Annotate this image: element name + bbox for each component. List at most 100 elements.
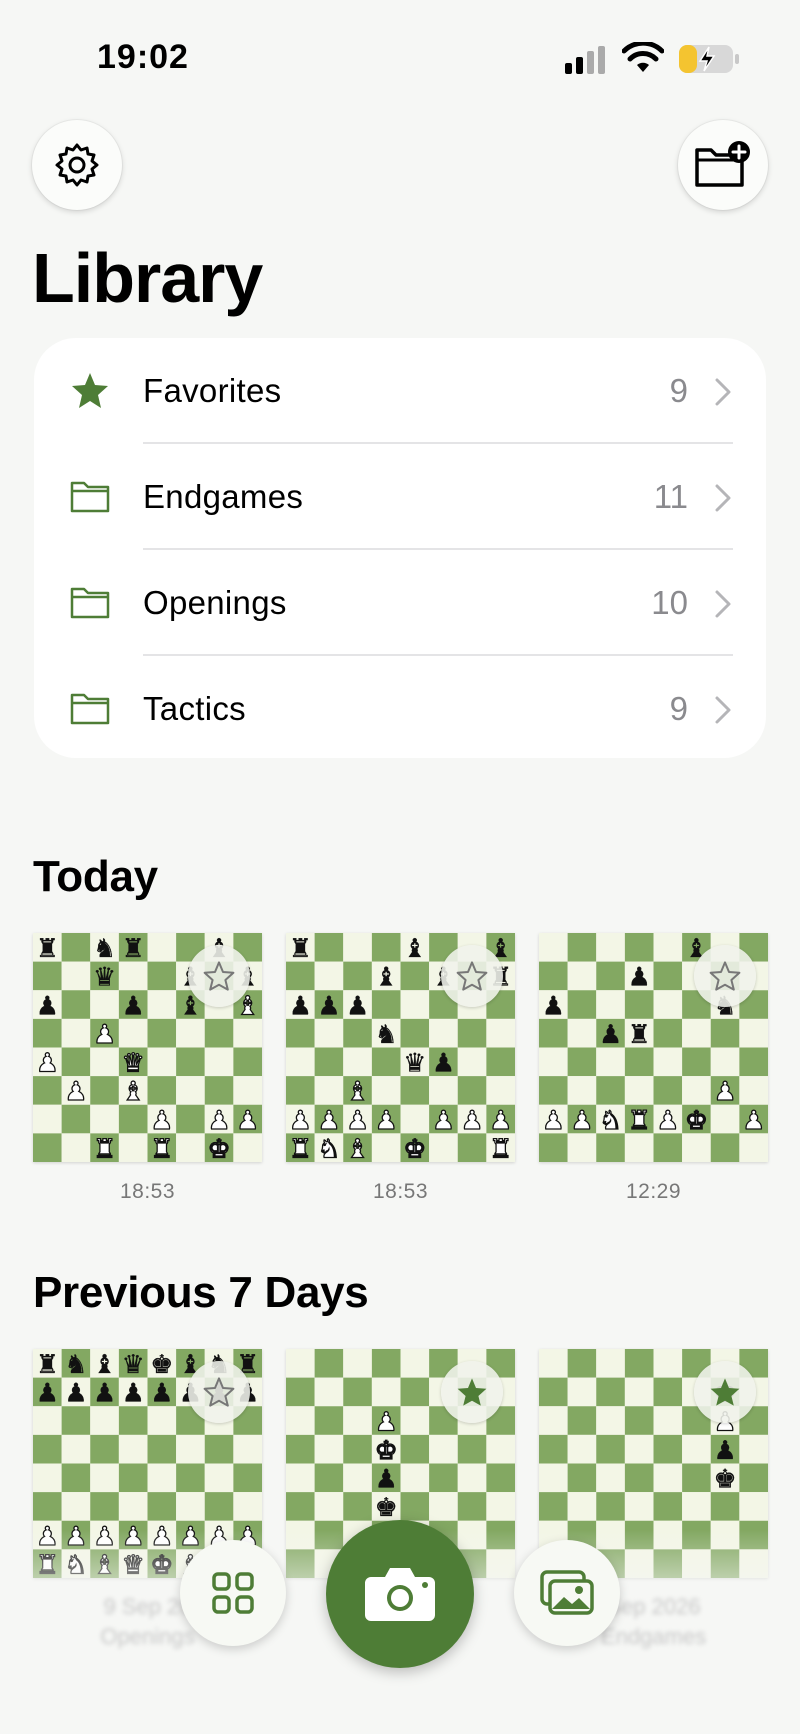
board-square	[710, 1018, 740, 1048]
black-bishop-icon: ♝	[375, 963, 398, 993]
board-square	[118, 1018, 148, 1048]
board-square	[596, 990, 625, 1019]
black-pawn-icon: ♟	[289, 991, 312, 1021]
grid-view-button[interactable]	[180, 1540, 286, 1646]
favorite-toggle[interactable]	[441, 945, 503, 1007]
board-square	[739, 1133, 768, 1162]
board-square	[314, 1047, 344, 1077]
white-rook-icon: ♜	[628, 1106, 651, 1136]
position-thumbnail[interactable]: ♝♟♟♞♟♜♟♟♟♞♜♟♚♟	[539, 933, 768, 1162]
board-square	[457, 1076, 487, 1105]
board-square	[61, 1104, 91, 1134]
white-pawn-icon: ♟	[714, 1077, 737, 1107]
photo-library-button[interactable]	[514, 1540, 620, 1646]
favorite-toggle[interactable]	[694, 1361, 756, 1423]
favorite-toggle[interactable]	[441, 1361, 503, 1423]
board-square	[286, 1377, 315, 1407]
white-king-icon: ♚	[403, 1134, 426, 1162]
black-pawn-icon: ♟	[714, 1436, 737, 1466]
board-square	[61, 1463, 91, 1493]
board-square	[682, 1018, 711, 1048]
board-square	[204, 1492, 234, 1521]
board-square	[653, 990, 683, 1019]
board-square	[567, 1463, 597, 1493]
board-square	[61, 933, 91, 962]
settings-button[interactable]	[32, 120, 122, 210]
board-square	[653, 1349, 683, 1378]
board-square	[233, 1076, 262, 1105]
board-square	[624, 990, 654, 1019]
board-square	[429, 1434, 458, 1464]
board-square	[486, 1463, 515, 1493]
folder-count: 10	[651, 584, 688, 621]
board-square	[739, 1463, 768, 1493]
board-square	[539, 1406, 568, 1435]
board-square	[90, 1492, 119, 1521]
board-square	[343, 1406, 372, 1435]
chevron-right-icon	[715, 378, 731, 406]
folder-label: Openings	[143, 584, 287, 621]
board-square	[739, 1047, 768, 1077]
board-square	[567, 1492, 597, 1521]
board-square	[739, 1434, 768, 1464]
position-thumbnail[interactable]: ♜♝♝♝♝♜♟♟♟♞♛♟♝♟♟♟♟♟♟♟♜♞♝♚♜	[286, 933, 515, 1162]
board-square	[539, 1349, 568, 1378]
board-square	[596, 1463, 625, 1493]
white-knight-icon: ♞	[599, 1106, 622, 1136]
board-square	[739, 1018, 768, 1048]
star-outline-icon	[203, 1377, 235, 1407]
star-outline-icon	[456, 961, 488, 991]
favorite-toggle[interactable]	[188, 945, 250, 1007]
board-square	[710, 1047, 740, 1077]
board-square	[486, 1434, 515, 1464]
gear-icon	[55, 143, 99, 187]
cellular-signal-icon	[565, 46, 605, 74]
board-square	[33, 1463, 62, 1493]
new-folder-button[interactable]	[678, 120, 768, 210]
board-square	[539, 1434, 568, 1464]
folder-row-tactics[interactable]: Tactics 9	[34, 656, 766, 762]
board-square	[204, 1434, 234, 1464]
board-square	[343, 1492, 372, 1521]
black-pawn-icon: ♟	[122, 991, 145, 1021]
folder-row-favorites[interactable]: Favorites 9	[34, 338, 766, 444]
favorite-toggle[interactable]	[188, 1361, 250, 1423]
board-square	[400, 1104, 430, 1134]
position-thumbnail[interactable]: ♜♞♜♝♛♝♝♟♟♝♝♟♟♛♟♝♟♟♟♜♜♚	[33, 933, 262, 1162]
white-pawn-icon: ♟	[432, 1106, 455, 1136]
board-square	[61, 1434, 91, 1464]
photos-icon	[540, 1570, 594, 1615]
camera-button[interactable]	[326, 1520, 474, 1668]
star-filled-icon	[710, 1378, 740, 1406]
folder-row-endgames[interactable]: Endgames 11	[34, 444, 766, 550]
board-square	[204, 1076, 234, 1105]
board-square	[118, 1406, 148, 1435]
board-square	[682, 1463, 711, 1493]
board-square	[457, 1133, 487, 1162]
white-pawn-icon: ♟	[36, 1049, 59, 1079]
folder-row-openings[interactable]: Openings 10	[34, 550, 766, 656]
board-square	[286, 961, 315, 991]
black-pawn-icon: ♟	[542, 991, 565, 1021]
board-square	[343, 961, 372, 991]
board-square	[653, 1018, 683, 1048]
white-pawn-icon: ♟	[461, 1106, 484, 1136]
board-square	[624, 1076, 654, 1105]
board-square	[118, 1492, 148, 1521]
white-pawn-icon: ♟	[742, 1106, 765, 1136]
grid-icon	[212, 1572, 254, 1614]
board-square	[90, 990, 119, 1019]
board-square	[286, 1406, 315, 1435]
board-square	[61, 1492, 91, 1521]
board-square	[682, 1133, 711, 1162]
board-square	[176, 1018, 205, 1048]
board-square	[539, 933, 568, 962]
white-pawn-icon: ♟	[208, 1106, 231, 1136]
favorite-toggle[interactable]	[694, 945, 756, 1007]
board-square	[567, 1377, 597, 1407]
board-square	[457, 1018, 487, 1048]
board-square	[314, 1406, 344, 1435]
board-square	[33, 1018, 62, 1048]
board-square	[682, 1076, 711, 1105]
white-rook-icon: ♜	[93, 1134, 116, 1162]
